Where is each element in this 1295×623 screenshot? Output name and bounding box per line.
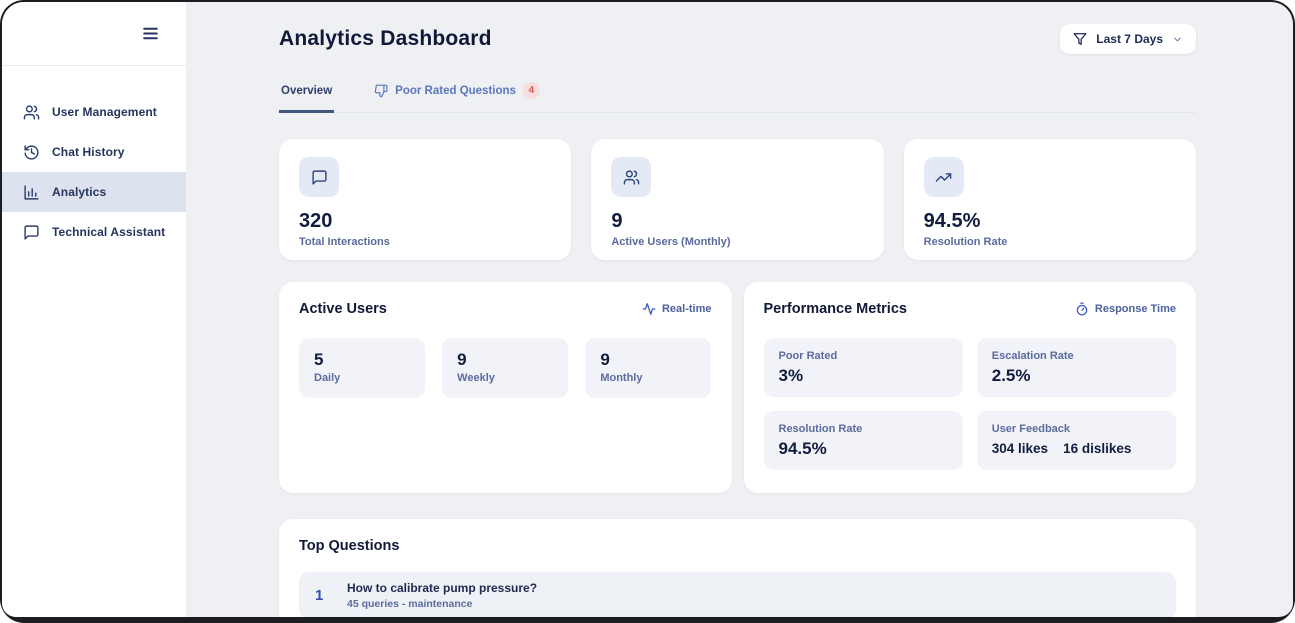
performance-grid: Poor Rated 3% Escalation Rate 2.5% Resol…: [764, 338, 1177, 470]
hamburger-menu-icon[interactable]: [141, 24, 160, 43]
tab-label: Overview: [281, 85, 332, 97]
dislikes-count: 16 dislikes: [1063, 441, 1131, 456]
sidebar-header: [2, 2, 186, 66]
real-time-tag: Real-time: [642, 302, 712, 316]
main-header: Analytics Dashboard Last 7 Days: [279, 24, 1196, 54]
feedback-values: 304 likes 16 dislikes: [992, 441, 1161, 456]
tab-label: Poor Rated Questions: [395, 85, 516, 97]
panels-row: Active Users Real-time 5 Daily: [279, 282, 1196, 493]
stat-card-resolution-rate: 94.5% Resolution Rate: [904, 139, 1196, 260]
panel-header: Active Users Real-time: [299, 301, 712, 317]
question-meta: 45 queries - maintenance: [347, 598, 537, 610]
metric-poor-rated: Poor Rated 3%: [764, 338, 963, 397]
question-text-block: How to calibrate pump pressure? 45 queri…: [347, 581, 537, 610]
metric-label: Poor Rated: [779, 350, 948, 362]
metric-label: User Feedback: [992, 423, 1161, 435]
stat-card-active-users: 9 Active Users (Monthly): [591, 139, 883, 260]
date-filter-label: Last 7 Days: [1096, 32, 1163, 46]
panel-header: Performance Metrics Response Time: [764, 301, 1177, 317]
thumbs-down-icon: [374, 84, 388, 98]
sub-label: Monthly: [600, 372, 696, 384]
message-icon: [299, 157, 339, 197]
tag-label: Real-time: [662, 303, 712, 315]
trending-up-icon: [924, 157, 964, 197]
question-text: How to calibrate pump pressure?: [347, 581, 537, 595]
panel-title: Top Questions: [299, 538, 1176, 554]
sidebar-item-label: Technical Assistant: [52, 225, 165, 239]
active-users-panel: Active Users Real-time 5 Daily: [279, 282, 732, 493]
active-users-daily: 5 Daily: [299, 338, 425, 398]
metric-value: 2.5%: [992, 366, 1161, 386]
stat-value: 94.5%: [924, 210, 1176, 233]
metric-user-feedback: User Feedback 304 likes 16 dislikes: [977, 411, 1176, 470]
active-users-weekly: 9 Weekly: [442, 338, 568, 398]
funnel-icon: [1073, 32, 1087, 46]
stat-label: Total Interactions: [299, 236, 551, 248]
tab-overview[interactable]: Overview: [279, 82, 334, 113]
app-window: User Management Chat History Analytics: [0, 0, 1295, 623]
metric-value: 3%: [779, 366, 948, 386]
sub-value: 9: [600, 350, 696, 370]
tag-label: Response Time: [1095, 303, 1176, 315]
history-icon: [23, 144, 40, 161]
metric-escalation-rate: Escalation Rate 2.5%: [977, 338, 1176, 397]
stat-cards-row: 320 Total Interactions 9 Active Users (M…: [279, 139, 1196, 260]
likes-count: 304 likes: [992, 441, 1048, 456]
rank-number: 1: [315, 587, 325, 604]
app-surface: User Management Chat History Analytics: [2, 2, 1293, 617]
response-time-tag: Response Time: [1075, 302, 1176, 316]
stat-value: 320: [299, 210, 551, 233]
date-filter-button[interactable]: Last 7 Days: [1060, 24, 1196, 54]
top-questions-panel: Top Questions 1 How to calibrate pump pr…: [279, 519, 1196, 617]
metric-resolution-rate: Resolution Rate 94.5%: [764, 411, 963, 470]
sidebar-item-analytics[interactable]: Analytics: [2, 172, 186, 212]
sub-label: Weekly: [457, 372, 553, 384]
metric-label: Escalation Rate: [992, 350, 1161, 362]
sidebar-item-technical-assistant[interactable]: Technical Assistant: [2, 212, 186, 252]
activity-icon: [642, 302, 656, 316]
panel-title: Active Users: [299, 301, 387, 317]
tab-badge: 4: [523, 82, 540, 99]
active-users-grid: 5 Daily 9 Weekly 9 Monthly: [299, 338, 712, 398]
sub-value: 5: [314, 350, 410, 370]
stat-value: 9: [611, 210, 863, 233]
list-item[interactable]: 1 How to calibrate pump pressure? 45 que…: [299, 572, 1176, 617]
bar-chart-icon: [23, 184, 40, 201]
active-users-monthly: 9 Monthly: [585, 338, 711, 398]
metric-value: 94.5%: [779, 439, 948, 459]
chevron-down-icon: [1172, 34, 1183, 45]
sub-label: Daily: [314, 372, 410, 384]
users-icon: [611, 157, 651, 197]
tab-bar: Overview Poor Rated Questions 4: [279, 82, 1196, 113]
page-title: Analytics Dashboard: [279, 27, 492, 51]
tab-poor-rated-questions[interactable]: Poor Rated Questions 4: [372, 82, 542, 113]
stat-label: Resolution Rate: [924, 236, 1176, 248]
sidebar-nav: User Management Chat History Analytics: [2, 66, 186, 252]
users-icon: [23, 104, 40, 121]
sidebar-item-label: User Management: [52, 105, 157, 119]
metric-label: Resolution Rate: [779, 423, 948, 435]
sidebar-item-label: Chat History: [52, 145, 125, 159]
sidebar-item-user-management[interactable]: User Management: [2, 92, 186, 132]
main-content: Analytics Dashboard Last 7 Days Overview: [186, 2, 1293, 617]
stat-card-total-interactions: 320 Total Interactions: [279, 139, 571, 260]
timer-icon: [1075, 302, 1089, 316]
performance-metrics-panel: Performance Metrics Response Time Poor R…: [744, 282, 1197, 493]
stat-label: Active Users (Monthly): [611, 236, 863, 248]
chat-icon: [23, 224, 40, 241]
sidebar-item-chat-history[interactable]: Chat History: [2, 132, 186, 172]
sidebar: User Management Chat History Analytics: [2, 2, 186, 617]
sidebar-item-label: Analytics: [52, 185, 106, 199]
panel-title: Performance Metrics: [764, 301, 907, 317]
sub-value: 9: [457, 350, 553, 370]
